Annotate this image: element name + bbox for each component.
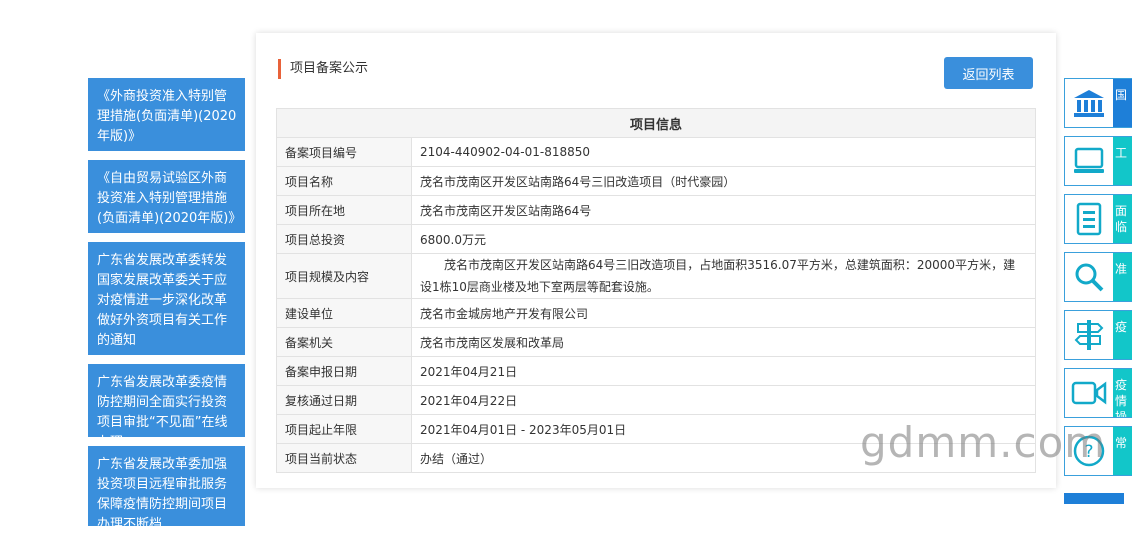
row-value: 茂名市茂南区开发区站南路64号三旧改造项目（时代豪园） bbox=[411, 166, 1036, 196]
document-icon bbox=[1065, 195, 1113, 243]
watermark: gdmm.com bbox=[860, 418, 1107, 467]
table-row: 备案项目编号 2104-440902-04-01-818850 bbox=[276, 137, 1036, 167]
monitor-icon bbox=[1065, 137, 1113, 185]
left-link-remote-approval[interactable]: 广东省发展改革委加强投资项目远程审批服务保障疫情防控期间项目办理不断档 bbox=[88, 446, 245, 526]
right-link-label: 常 bbox=[1113, 427, 1132, 475]
row-label: 备案申报日期 bbox=[276, 356, 412, 386]
row-value: 6800.0万元 bbox=[411, 224, 1036, 254]
left-link-online-approval[interactable]: 广东省发展改革委疫情防控期间全面实行投资项目审批“不见面”在线办理 bbox=[88, 364, 245, 437]
right-link-5[interactable]: 疫 bbox=[1064, 310, 1132, 360]
video-icon bbox=[1065, 369, 1113, 417]
row-value: 茂名市茂南区开发区站南路64号 bbox=[411, 195, 1036, 225]
table-row: 项目总投资 6800.0万元 bbox=[276, 224, 1036, 254]
bank-icon bbox=[1065, 79, 1113, 127]
back-to-list-button[interactable]: 返回列表 bbox=[944, 57, 1033, 89]
right-link-6[interactable]: 疫情操 bbox=[1064, 368, 1132, 418]
right-link-4[interactable]: 准 bbox=[1064, 252, 1132, 302]
row-value: 茂名市茂南区发展和改革局 bbox=[411, 327, 1036, 357]
table-row: 项目规模及内容 茂名市茂南区开发区站南路64号三旧改造项目，占地面积3516.0… bbox=[276, 253, 1036, 299]
table-row: 备案申报日期 2021年04月21日 bbox=[276, 356, 1036, 386]
left-link-ftz-negative-list[interactable]: 《自由贸易试验区外商投资准入特别管理措施(负面清单)(2020年版)》 bbox=[88, 160, 245, 233]
right-link-partial[interactable] bbox=[1064, 493, 1124, 504]
signpost-icon bbox=[1065, 311, 1113, 359]
right-link-label: 准 bbox=[1113, 253, 1132, 301]
right-link-label: 工 bbox=[1113, 137, 1132, 185]
table-row: 项目所在地 茂名市茂南区开发区站南路64号 bbox=[276, 195, 1036, 225]
table-header-row: 项目信息 bbox=[276, 108, 1036, 138]
left-link-negative-list[interactable]: 《外商投资准入特别管理措施(负面清单)(2020年版)》 bbox=[88, 78, 245, 151]
row-label: 项目名称 bbox=[276, 166, 412, 196]
table-header: 项目信息 bbox=[276, 108, 1036, 138]
row-label: 备案项目编号 bbox=[276, 137, 412, 167]
right-link-label: 疫 bbox=[1113, 311, 1132, 359]
right-link-label: 疫情操 bbox=[1113, 369, 1132, 417]
row-label: 项目规模及内容 bbox=[276, 253, 412, 299]
table-row: 复核通过日期 2021年04月22日 bbox=[276, 385, 1036, 415]
row-label: 项目当前状态 bbox=[276, 443, 412, 473]
row-value: 茂名市金城房地产开发有限公司 bbox=[411, 298, 1036, 328]
table-row: 建设单位 茂名市金城房地产开发有限公司 bbox=[276, 298, 1036, 328]
row-label: 建设单位 bbox=[276, 298, 412, 328]
row-label: 项目起止年限 bbox=[276, 414, 412, 444]
panel-title: 项目备案公示 bbox=[278, 59, 368, 79]
row-label: 复核通过日期 bbox=[276, 385, 412, 415]
table-row: 备案机关 茂名市茂南区发展和改革局 bbox=[276, 327, 1036, 357]
row-label: 备案机关 bbox=[276, 327, 412, 357]
right-link-2[interactable]: 工 bbox=[1064, 136, 1132, 186]
row-value: 2021年04月21日 bbox=[411, 356, 1036, 386]
left-link-panel: 《外商投资准入特别管理措施(负面清单)(2020年版)》 《自由贸易试验区外商投… bbox=[88, 78, 245, 535]
row-value: 茂名市茂南区开发区站南路64号三旧改造项目，占地面积3516.07平方米，总建筑… bbox=[411, 253, 1036, 299]
row-label: 项目总投资 bbox=[276, 224, 412, 254]
left-link-epidemic-notice[interactable]: 广东省发展改革委转发国家发展改革委关于应对疫情进一步深化改革做好外资项目有关工作… bbox=[88, 242, 245, 355]
table-row: 项目名称 茂名市茂南区开发区站南路64号三旧改造项目（时代豪园） bbox=[276, 166, 1036, 196]
right-link-label: 面临 bbox=[1113, 195, 1132, 243]
row-label: 项目所在地 bbox=[276, 195, 412, 225]
right-link-3[interactable]: 面临 bbox=[1064, 194, 1132, 244]
row-value: 2104-440902-04-01-818850 bbox=[411, 137, 1036, 167]
right-link-1[interactable]: 国 bbox=[1064, 78, 1132, 128]
row-value: 2021年04月22日 bbox=[411, 385, 1036, 415]
right-link-label: 国 bbox=[1113, 79, 1132, 127]
search-icon bbox=[1065, 253, 1113, 301]
